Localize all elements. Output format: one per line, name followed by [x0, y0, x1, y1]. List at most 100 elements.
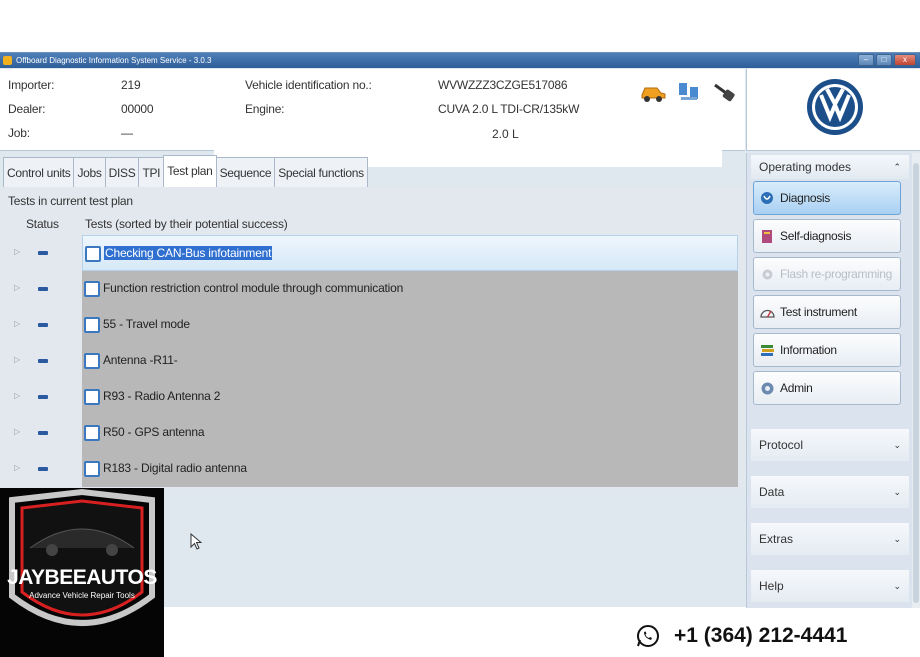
title-bar: Offboard Diagnostic Information System S… — [0, 53, 920, 68]
operating-modes-label: Operating modes — [759, 160, 852, 174]
brand-logo-area — [746, 69, 920, 151]
section-label: Tests in current test plan — [8, 194, 133, 208]
tab-control-units[interactable]: Control units — [3, 157, 75, 187]
status-indicator-icon — [38, 395, 48, 399]
test-checkbox[interactable] — [84, 353, 100, 369]
car-icon[interactable] — [640, 81, 666, 103]
network-icon[interactable] — [676, 81, 702, 103]
diagnosis-button[interactable]: Diagnosis — [753, 181, 901, 215]
test-checkbox[interactable] — [84, 425, 100, 441]
importer-value: 219 — [121, 78, 141, 92]
diagnosis-label: Diagnosis — [780, 191, 830, 205]
test-row[interactable]: ▷ R183 - Digital radio antenna — [6, 451, 738, 487]
phone-number: +1 (364) 212-4441 — [674, 624, 848, 647]
mouse-cursor-icon — [190, 533, 202, 550]
minimize-button[interactable]: – — [858, 54, 874, 66]
whatsapp-icon — [637, 625, 659, 647]
information-label: Information — [780, 343, 837, 357]
expand-arrow-icon[interactable]: ▷ — [14, 391, 20, 400]
collapse-chevron-icon[interactable]: ⌃ — [893, 155, 901, 179]
brand-tagline: Advance Vehicle Repair Tools — [29, 591, 135, 600]
test-row[interactable]: ▷ R50 - GPS antenna — [6, 415, 738, 451]
status-indicator-icon — [38, 287, 48, 291]
flash-reprogramming-button[interactable]: Flash re-programming — [753, 257, 901, 291]
gear-icon — [762, 269, 773, 280]
status-indicator-icon — [38, 251, 48, 255]
test-label: R50 - GPS antenna — [103, 425, 205, 439]
self-diagnosis-button[interactable]: Self-diagnosis — [753, 219, 901, 253]
expand-arrow-icon[interactable]: ▷ — [14, 463, 20, 472]
test-checkbox[interactable] — [84, 461, 100, 477]
status-column-header[interactable]: Status — [26, 217, 59, 231]
expand-arrow-icon[interactable]: ▷ — [14, 427, 20, 436]
vin-value: WVWZZZ3CZGE517086 — [438, 78, 568, 92]
test-instrument-button[interactable]: Test instrument — [753, 295, 901, 329]
test-checkbox[interactable] — [84, 317, 100, 333]
test-checkbox[interactable] — [84, 389, 100, 405]
connector-icon[interactable] — [712, 81, 738, 103]
test-label: Checking CAN-Bus infotainment — [104, 246, 273, 260]
test-list: ▷ Checking CAN-Bus infotainment ▷ Functi… — [6, 235, 738, 487]
close-button[interactable]: x — [894, 54, 916, 66]
brand-watermark: JAYBEEAUTOS Advance Vehicle Repair Tools — [0, 488, 164, 657]
dealer-label: Dealer: — [8, 102, 46, 116]
test-label: 55 - Travel mode — [103, 317, 190, 331]
status-indicator-icon — [38, 323, 48, 327]
tab-tpi[interactable]: TPI — [138, 157, 165, 187]
test-row[interactable]: ▷ 55 - Travel mode — [6, 307, 738, 343]
test-checkbox[interactable] — [84, 281, 100, 297]
engine-value: CUVA 2.0 L TDI-CR/135kW — [438, 102, 580, 116]
tab-test-plan[interactable]: Test plan — [163, 155, 217, 187]
expand-arrow-icon[interactable]: ▷ — [14, 283, 20, 292]
test-label: Function restriction control module thro… — [103, 281, 404, 295]
job-value: — — [121, 126, 133, 140]
test-label: R183 - Digital radio antenna — [103, 461, 247, 475]
data-section[interactable]: Data ⌄ — [751, 476, 909, 508]
tab-jobs[interactable]: Jobs — [73, 157, 106, 187]
expand-arrow-icon[interactable]: ▷ — [14, 319, 20, 328]
test-checkbox[interactable] — [85, 246, 101, 262]
app-icon — [3, 56, 12, 65]
protocol-label: Protocol — [759, 438, 804, 452]
operating-modes-header[interactable]: Operating modes ⌃ — [751, 155, 909, 179]
status-indicator-icon — [38, 431, 48, 435]
tab-diss[interactable]: DISS — [104, 157, 140, 187]
expand-arrow-icon[interactable]: ▷ — [14, 247, 20, 256]
window-title: Offboard Diagnostic Information System S… — [16, 56, 212, 65]
flash-reprogramming-label: Flash re-programming — [780, 267, 893, 281]
test-row[interactable]: ▷ Function restriction control module th… — [6, 271, 738, 307]
data-label: Data — [759, 485, 785, 499]
vw-logo-icon — [807, 79, 863, 135]
expand-chevron-icon[interactable]: ⌄ — [893, 476, 901, 508]
test-row[interactable]: ▷ R93 - Radio Antenna 2 — [6, 379, 738, 415]
tab-special-functions[interactable]: Special functions — [274, 157, 368, 187]
status-indicator-icon — [38, 467, 48, 471]
help-section[interactable]: Help ⌄ — [751, 570, 909, 602]
expand-chevron-icon[interactable]: ⌄ — [893, 523, 901, 555]
status-indicator-icon — [38, 359, 48, 363]
sidebar-scrollbar[interactable] — [912, 153, 920, 608]
vin-label: Vehicle identification no.: — [245, 78, 372, 92]
admin-button[interactable]: Admin — [753, 371, 901, 405]
main-tabs: Control units Jobs DISS TPI Test plan Se… — [0, 153, 368, 187]
brand-name: JAYBEEAUTOS — [7, 566, 157, 589]
test-row[interactable]: ▷ Checking CAN-Bus infotainment — [6, 235, 738, 271]
maximize-button[interactable]: □ — [876, 54, 892, 66]
test-label: R93 - Radio Antenna 2 — [103, 389, 221, 403]
expand-chevron-icon[interactable]: ⌄ — [893, 570, 901, 602]
extras-section[interactable]: Extras ⌄ — [751, 523, 909, 555]
engine-extra-value: 2.0 L — [492, 127, 519, 141]
information-button[interactable]: Information — [753, 333, 901, 367]
expand-chevron-icon[interactable]: ⌄ — [893, 429, 901, 461]
tests-column-header[interactable]: Tests (sorted by their potential success… — [85, 217, 288, 231]
status-icons — [640, 81, 738, 103]
tab-sequence[interactable]: Sequence — [215, 157, 276, 187]
operating-modes-sidebar: Operating modes ⌃ Diagnosis Self-diagnos… — [746, 153, 920, 608]
test-row[interactable]: ▷ Antenna -R11- — [6, 343, 738, 379]
gauge-icon — [760, 309, 775, 318]
protocol-section[interactable]: Protocol ⌄ — [751, 429, 909, 461]
scrollbar-thumb[interactable] — [913, 163, 919, 603]
admin-gear-icon — [761, 382, 774, 395]
expand-arrow-icon[interactable]: ▷ — [14, 355, 20, 364]
admin-label: Admin — [780, 381, 813, 395]
